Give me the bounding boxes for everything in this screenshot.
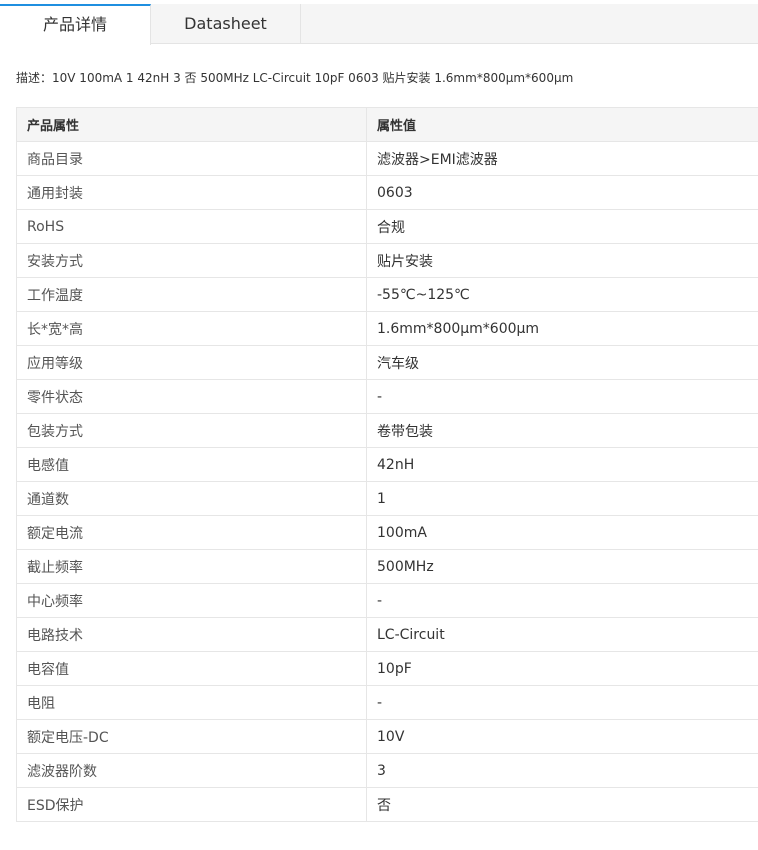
attribute-value: 3 xyxy=(366,753,758,788)
attribute-name: 安装方式 xyxy=(16,243,367,278)
table-header-row: 产品属性 属性值 xyxy=(16,107,758,142)
tab-product-details[interactable]: 产品详情 xyxy=(0,4,151,45)
attribute-name: 通道数 xyxy=(16,481,367,516)
attribute-value: -55℃~125℃ xyxy=(366,277,758,312)
attribute-name: 包装方式 xyxy=(16,413,367,448)
attribute-value: - xyxy=(366,583,758,618)
attribute-value: 0603 xyxy=(366,175,758,210)
attribute-name: ESD保护 xyxy=(16,787,367,822)
product-detail-page: 产品详情 Datasheet 描述：10V 100mA 1 42nH 3 否 5… xyxy=(0,0,758,850)
attribute-value: 否 xyxy=(366,787,758,822)
table-row: 包装方式 卷带包装 xyxy=(16,413,758,448)
attribute-value: 10pF xyxy=(366,651,758,686)
table-row: 额定电压-DC 10V xyxy=(16,719,758,754)
attribute-name: 电容值 xyxy=(16,651,367,686)
attribute-value: 贴片安装 xyxy=(366,243,758,278)
description-label: 描述： xyxy=(16,71,53,85)
attribute-value: - xyxy=(366,685,758,720)
attribute-value: 100mA xyxy=(366,515,758,550)
attribute-name: 额定电压-DC xyxy=(16,719,367,754)
attribute-name: 电感值 xyxy=(16,447,367,482)
attribute-value: 500MHz xyxy=(366,549,758,584)
attribute-value: 合规 xyxy=(366,209,758,244)
table-row: 商品目录 滤波器>EMI滤波器 xyxy=(16,141,758,176)
attribute-value: 卷带包装 xyxy=(366,413,758,448)
table-body: 商品目录 滤波器>EMI滤波器 通用封装 0603 RoHS 合规 安装方式 贴片安装 工作温度… xyxy=(16,141,758,822)
table-row: 电容值 10pF xyxy=(16,651,758,686)
attribute-name: 额定电流 xyxy=(16,515,367,550)
table-row: 电阻 - xyxy=(16,685,758,720)
table-row: 通用封装 0603 xyxy=(16,175,758,210)
tab-bar: 产品详情 Datasheet xyxy=(0,4,758,45)
attribute-value: - xyxy=(366,379,758,414)
product-description: 描述：10V 100mA 1 42nH 3 否 500MHz LC-Circui… xyxy=(16,69,573,87)
attribute-table: 产品属性 属性值 商品目录 滤波器>EMI滤波器 通用封装 0603 RoHS 合规 安装方… xyxy=(16,107,758,822)
attribute-name: 通用封装 xyxy=(16,175,367,210)
header-attribute: 产品属性 xyxy=(16,107,367,142)
table-row: 安装方式 贴片安装 xyxy=(16,243,758,278)
table-row: 电感值 42nH xyxy=(16,447,758,482)
attribute-name: 工作温度 xyxy=(16,277,367,312)
attribute-name: 应用等级 xyxy=(16,345,367,380)
attribute-name: 电阻 xyxy=(16,685,367,720)
attribute-value: LC-Circuit xyxy=(366,617,758,652)
attribute-name: 零件状态 xyxy=(16,379,367,414)
attribute-value: 1.6mm*800μm*600μm xyxy=(366,311,758,346)
header-value: 属性值 xyxy=(366,107,758,142)
table-row: RoHS 合规 xyxy=(16,209,758,244)
description-text: 10V 100mA 1 42nH 3 否 500MHz LC-Circuit 1… xyxy=(52,71,574,85)
table-row: ESD保护否 xyxy=(16,787,758,822)
table-row: 截止频率 500MHz xyxy=(16,549,758,584)
attribute-name: 商品目录 xyxy=(16,141,367,176)
attribute-name: 电路技术 xyxy=(16,617,367,652)
attribute-name: 滤波器阶数 xyxy=(16,753,367,788)
tab-datasheet[interactable]: Datasheet xyxy=(151,4,301,44)
attribute-value: 10V xyxy=(366,719,758,754)
table-row: 额定电流 100mA xyxy=(16,515,758,550)
table-row: 电路技术 LC-Circuit xyxy=(16,617,758,652)
table-row: 通道数 1 xyxy=(16,481,758,516)
table-row: 应用等级 汽车级 xyxy=(16,345,758,380)
attribute-value: 42nH xyxy=(366,447,758,482)
table-row: 零件状态 - xyxy=(16,379,758,414)
table-row: 滤波器阶数 3 xyxy=(16,753,758,788)
attribute-value: 滤波器>EMI滤波器 xyxy=(366,141,758,176)
table-row: 长*宽*高 1.6mm*800μm*600μm xyxy=(16,311,758,346)
attribute-name: 中心频率 xyxy=(16,583,367,618)
attribute-name: RoHS xyxy=(16,209,367,244)
table-row: 工作温度 -55℃~125℃ xyxy=(16,277,758,312)
attribute-name: 长*宽*高 xyxy=(16,311,367,346)
attribute-name: 截止频率 xyxy=(16,549,367,584)
table-row: 中心频率 - xyxy=(16,583,758,618)
attribute-value: 汽车级 xyxy=(366,345,758,380)
attribute-value: 1 xyxy=(366,481,758,516)
